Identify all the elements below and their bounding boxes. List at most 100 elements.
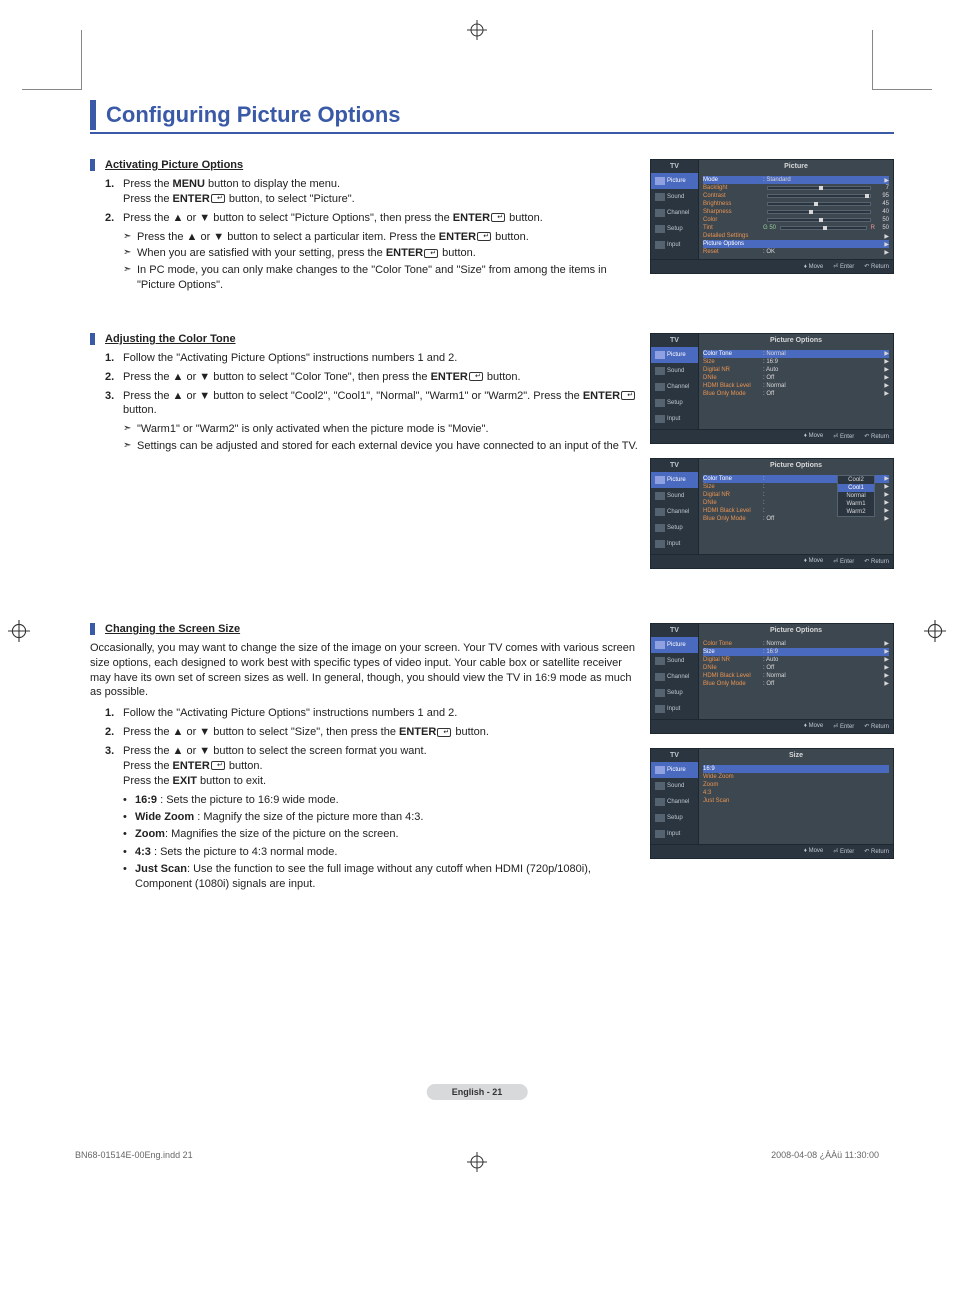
kw: 4:3 [135,846,151,858]
kw-enter: ENTER [173,193,210,205]
nav-icon [655,209,665,217]
kw-enter: ENTER [431,371,468,383]
list-item: Wide Zoom : Magnify the size of the pict… [123,810,640,825]
section-activating: Activating Picture Options 1 Press the M… [90,159,894,293]
step: 1 Press the MENU button to display the m… [105,177,640,207]
enter-icon [211,194,225,203]
section-colortone: Adjusting the Color Tone 1Follow the "Ac… [90,333,894,583]
subhead-colortone: Adjusting the Color Tone [90,333,640,345]
step: 3Press the ▲ or ▼ button to select "Cool… [105,389,640,419]
osd-footer: ♦ Move⏎ Enter↶ Return [651,259,893,273]
osd-main: Mode: Standard▶Backlight7Contrast95Brigh… [699,173,893,259]
kw-enter: ENTER [173,760,210,772]
osd-tv-label: TV [651,749,699,762]
osd-row: Mode: Standard▶ [703,176,889,184]
kw-enter: ENTER [453,212,490,224]
nav-icon [655,177,665,185]
note: Settings can be adjusted and stored for … [123,439,640,454]
osd-tv-label: TV [651,624,699,637]
footer-timestamp: 2008-04-08 ¿ÀÀü 11:30:00 [771,1150,879,1160]
nav-icon [655,766,665,774]
nav-icon [655,367,665,375]
enter-icon [469,372,483,381]
text: button to display the menu. [205,178,340,190]
text: : Sets the picture to 4:3 normal mode. [151,846,337,858]
osd-nav-item: Channel [651,379,698,395]
osd-tv-label: TV [651,334,699,347]
osd-row: Picture Options▶ [703,240,889,248]
osd-nav-item: Picture [651,173,698,189]
osd-row: Blue Only Mode: Off▶ [703,680,889,688]
osd-row: Reset: OK▶ [703,248,889,256]
list-item: 16:9 : Sets the picture to 16:9 wide mod… [123,793,640,808]
text: button to exit. [197,775,266,787]
osd-title: Size [699,749,893,762]
text: button. [452,726,489,738]
print-footer: BN68-01514E-00Eng.indd 21 2008-04-08 ¿ÀÀ… [75,1150,879,1160]
subhead-screensize: Changing the Screen Size [90,623,640,635]
osd-picture-options-size: TVPicture OptionsPictureSoundChannelSetu… [650,623,894,734]
text: Press the ▲ or ▼ button to select "Pictu… [123,212,453,224]
list-item: 4:3 : Sets the picture to 4:3 normal mod… [123,845,640,860]
osd-main: 16:9Wide ZoomZoom4:3Just Scan [699,762,893,844]
popup-option: Warm2 [838,508,874,516]
note: "Warm1" or "Warm2" is only activated whe… [123,422,640,437]
title-rule [90,132,894,134]
osd-main: Color Tone: Normal▶Size: 16:9▶Digital NR… [699,637,893,719]
osd-nav-item: Setup [651,221,698,237]
nav-icon [655,225,665,233]
text: : Magnifies the size of the picture on t… [165,828,399,840]
text: Press the [123,775,173,787]
osd-nav-item: Sound [651,363,698,379]
enter-icon [424,249,438,258]
page-label: English - 21 [427,1084,528,1100]
nav-icon [655,830,665,838]
text: Press the ▲ or ▼ button to select a part… [137,231,439,243]
text: : Use the function to see the full image… [135,863,591,890]
kw: Just Scan [135,863,187,875]
nav-icon [655,241,665,249]
osd-row: Sharpness40 [703,208,889,216]
osd-nav-item: Channel [651,504,698,520]
text: button. [492,231,529,243]
subhead-activating: Activating Picture Options [90,159,640,171]
nav-icon [655,782,665,790]
osd-row: Brightness45 [703,200,889,208]
osd-row: Color Tone: Normal▶ [703,350,889,358]
kw-enter: ENTER [399,726,436,738]
osd-nav: PictureSoundChannelSetupInput [651,347,699,429]
osd-nav-item: Sound [651,488,698,504]
osd-row: DNIe: Off▶ [703,664,889,672]
nav-icon [655,508,665,516]
list-item: Zoom: Magnifies the size of the picture … [123,827,640,842]
text: button. [226,760,263,772]
osd-row: TintG 50R50 [703,224,889,232]
osd-nav-item: Picture [651,762,698,778]
osd-row: 16:9 [703,765,889,773]
osd-title: Picture Options [699,459,893,472]
kw-enter: ENTER [439,231,476,243]
osd-footer: ♦ Move⏎ Enter↶ Return [651,554,893,568]
osd-footer: ♦ Move⏎ Enter↶ Return [651,429,893,443]
osd-nav: PictureSoundChannelSetupInput [651,637,699,719]
osd-nav-item: Input [651,701,698,717]
enter-icon [437,728,451,737]
osd-nav-item: Input [651,826,698,842]
kw: Wide Zoom [135,811,194,823]
step: 1Follow the "Activating Picture Options"… [105,351,640,366]
text: Press the ▲ or ▼ button to select "Size"… [123,726,399,738]
section-screensize: Changing the Screen Size Occasionally, y… [90,623,894,895]
enter-icon [621,391,635,400]
text: Press the ▲ or ▼ button to select the sc… [123,745,427,757]
osd-nav-item: Picture [651,637,698,653]
osd-row: Contrast95 [703,192,889,200]
step: 2Press the ▲ or ▼ button to select "Colo… [105,370,640,385]
osd-row: Size: 16:9▶ [703,358,889,366]
osd-nav-item: Input [651,411,698,427]
nav-icon [655,814,665,822]
osd-nav-item: Picture [651,472,698,488]
enter-icon [491,213,505,222]
kw: Zoom [135,828,165,840]
osd-row: DNIe: Off▶ [703,374,889,382]
osd-nav-item: Picture [651,347,698,363]
